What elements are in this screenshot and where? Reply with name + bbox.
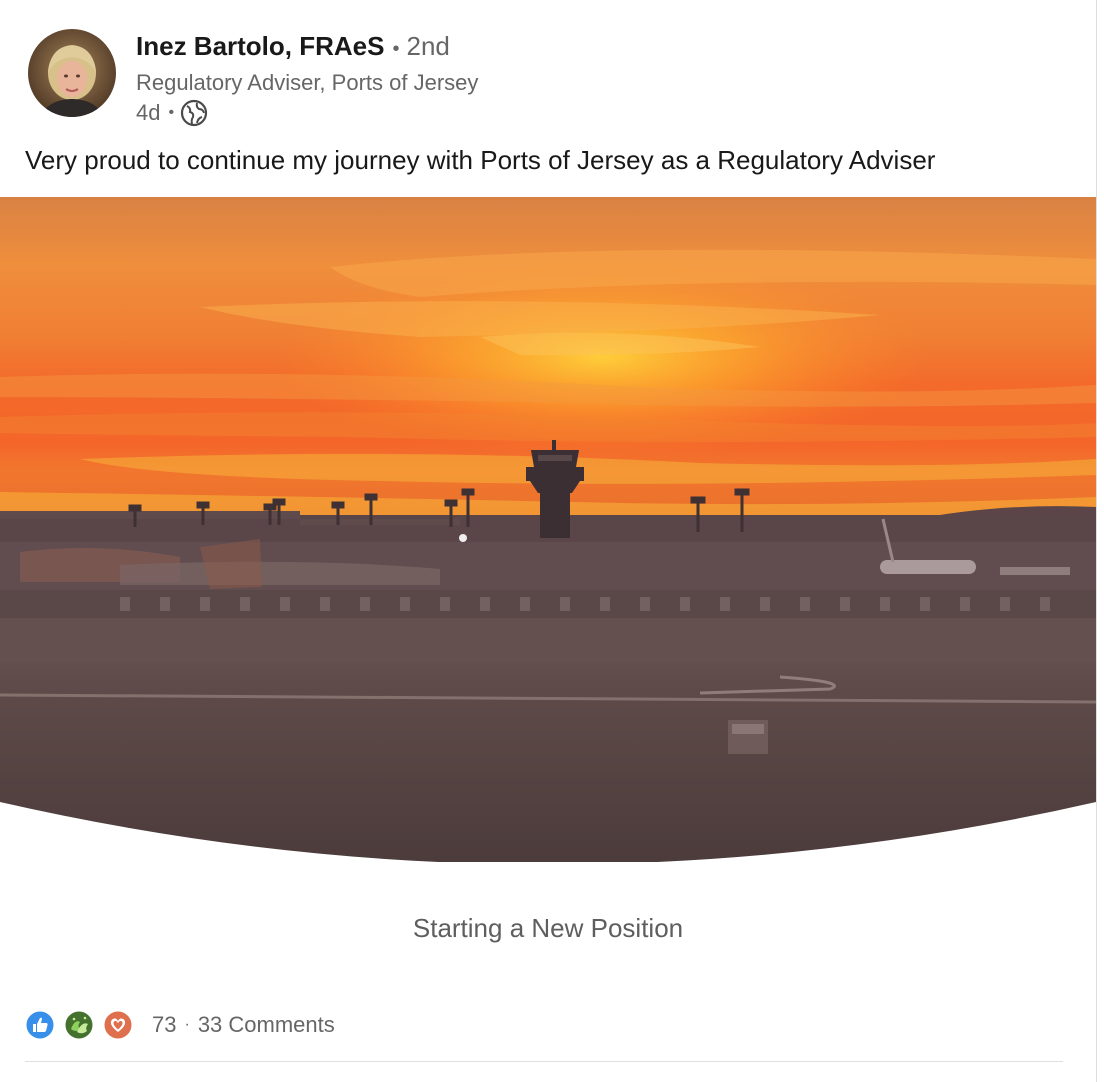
connection-degree: 2nd	[406, 31, 450, 61]
celebrate-icon	[64, 1010, 94, 1040]
feed-post-card: Inez Bartolo, FRAeS • 2nd Regulatory Adv…	[0, 0, 1097, 1082]
divider	[25, 1061, 1063, 1062]
meta-separator: •	[168, 104, 175, 121]
social-counts: 73 · 33 Comments	[25, 1010, 335, 1040]
image-caption: Starting a New Position	[412, 913, 684, 943]
love-icon	[103, 1010, 133, 1040]
like-icon	[25, 1010, 55, 1040]
connection-separator: •	[392, 38, 400, 60]
sunset-airport-image	[0, 197, 1096, 865]
avatar-image	[28, 29, 116, 117]
post-header: Inez Bartolo, FRAeS • 2nd Regulatory Adv…	[136, 30, 478, 127]
post-time: 4d	[136, 100, 161, 125]
post-image[interactable]	[0, 197, 1096, 865]
globe-icon	[180, 99, 208, 127]
author-headline: Regulatory Adviser, Ports of Jersey	[136, 70, 479, 95]
reaction-icons[interactable]	[25, 1010, 142, 1040]
author-name-row: Inez Bartolo, FRAeS • 2nd	[136, 30, 478, 65]
social-separator: ·	[184, 1016, 190, 1033]
post-text: Very proud to continue my journey with P…	[25, 145, 936, 175]
reaction-count[interactable]: 73	[152, 1012, 176, 1038]
post-meta: 4d •	[136, 99, 478, 127]
author-avatar[interactable]	[28, 29, 116, 117]
author-name[interactable]: Inez Bartolo, FRAeS	[136, 30, 384, 62]
comments-count[interactable]: 33 Comments	[198, 1012, 335, 1038]
